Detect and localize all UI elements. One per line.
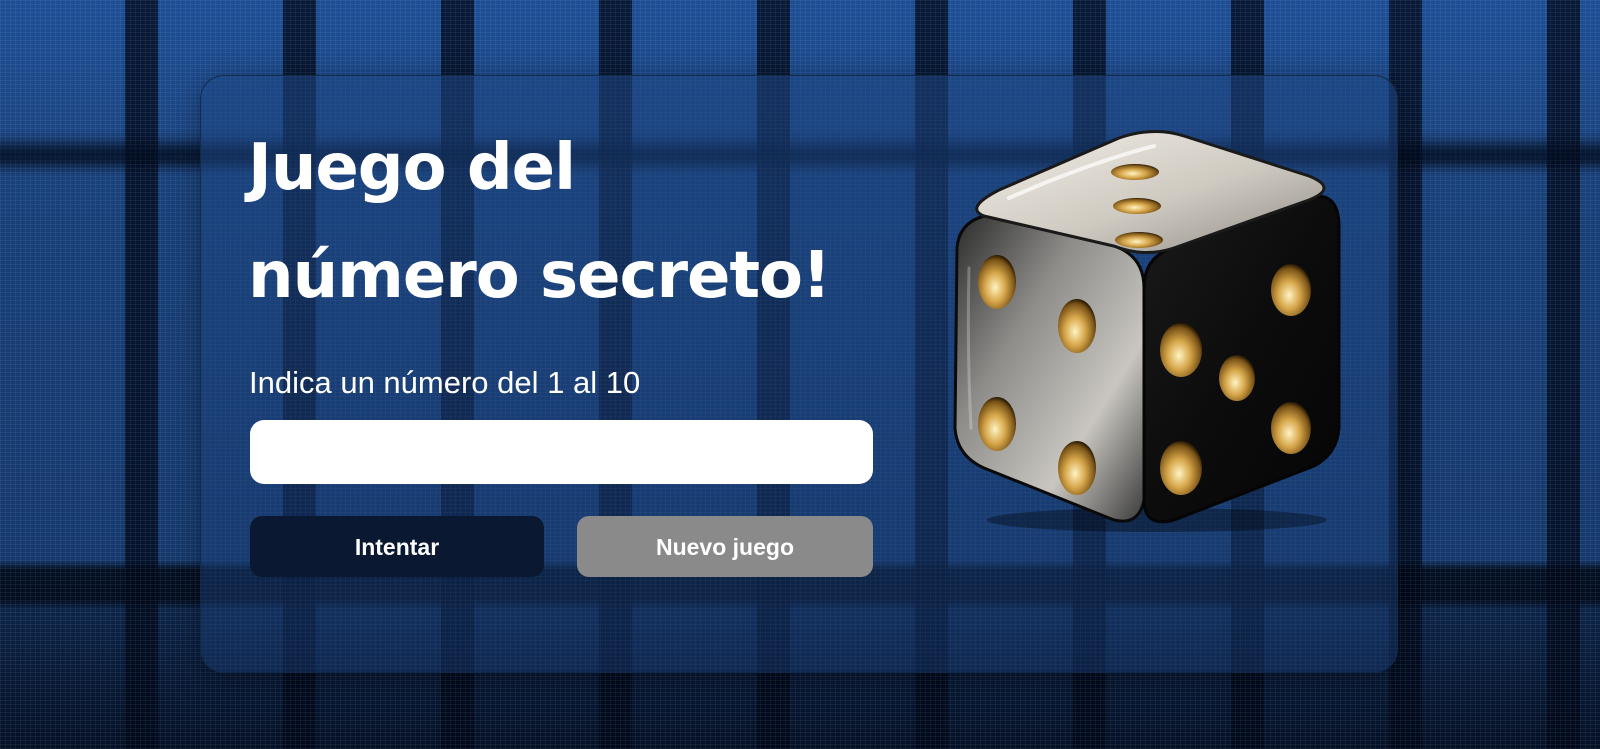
page-title: Juego del número secreto!: [248, 114, 888, 330]
title-line-2: número secreto!: [248, 239, 831, 313]
dice-icon: [939, 128, 1359, 538]
game-card: Juego del número secreto! Indica un núme…: [200, 75, 1398, 673]
guess-prompt-label: Indica un número del 1 al 10: [249, 365, 641, 400]
guess-input[interactable]: [250, 420, 873, 484]
title-line-1: Juego del: [248, 131, 576, 205]
new-game-button[interactable]: Nuevo juego: [577, 516, 873, 577]
try-button[interactable]: Intentar: [250, 516, 544, 577]
